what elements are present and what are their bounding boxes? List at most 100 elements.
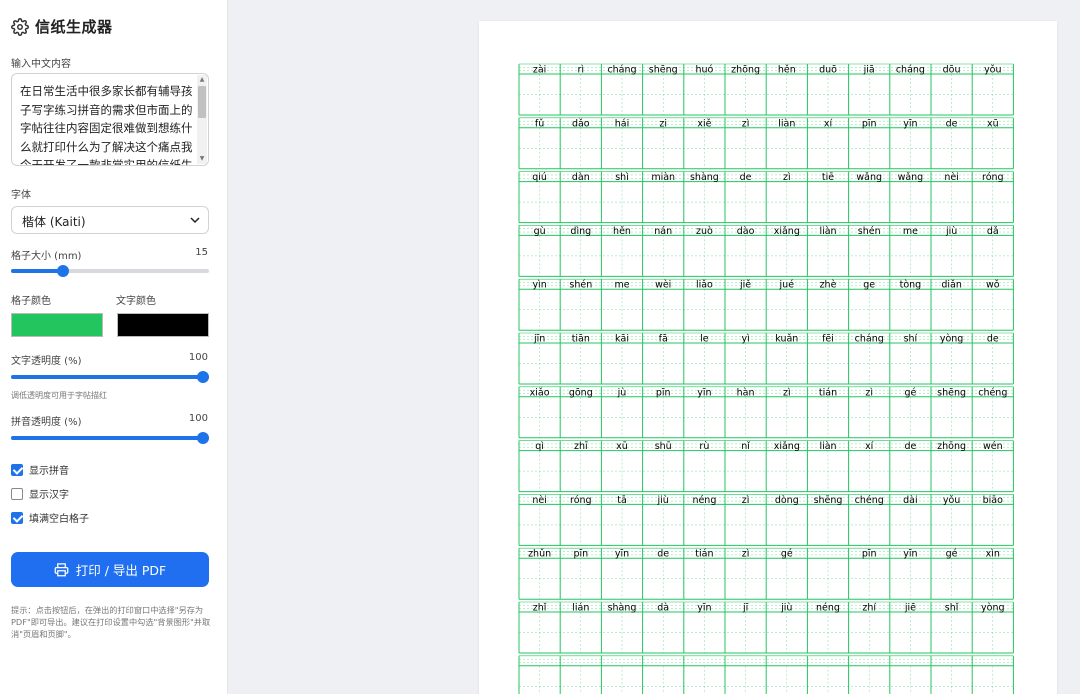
pinyin-syllable: de [740, 172, 752, 183]
pinyin-syllable: pīn [656, 387, 671, 398]
pinyin-syllable: de [904, 441, 916, 452]
pinyin-syllable: pīn [862, 549, 877, 560]
checkbox[interactable] [11, 487, 23, 500]
pinyin-syllable: zì [783, 387, 791, 398]
pinyin-syllable: liàn [778, 118, 795, 129]
pinyin-syllable: hái [615, 118, 629, 129]
content-text[interactable]: 在日常生活中很多家长都有辅导孩子写字练习拼音的需求但市面上的字帖往往内容固定很难… [20, 82, 198, 165]
pinyin-syllable: yīn [615, 549, 629, 560]
option-fill-grid[interactable]: 填满空白格子 [11, 510, 89, 525]
pinyin-syllable: gōng [569, 387, 593, 398]
pinyin-syllable: dà [657, 603, 669, 614]
pinyin-syllable: wǒ [986, 280, 1000, 291]
pinyin-syllable: jī [742, 603, 749, 614]
chevron-down-icon [190, 217, 200, 224]
pinyin-syllable: hěn [613, 226, 631, 237]
option-show-hanzi[interactable]: 显示汉字 [11, 486, 69, 501]
slider-thumb[interactable] [197, 432, 209, 444]
pinyin-syllable: shēng [814, 495, 843, 506]
text-opacity-hint: 调低透明度可用于字帖描红 [11, 391, 107, 400]
pinyin-syllable: yǒu [943, 495, 960, 506]
scroll-down-icon[interactable]: ▼ [198, 155, 206, 163]
scroll-up-icon[interactable]: ▲ [198, 76, 206, 84]
option-label: 显示汉字 [29, 490, 69, 501]
pinyin-syllable: huó [695, 65, 713, 76]
pinyin-syllable: gé [781, 549, 793, 560]
pinyin-syllable: wǎng [856, 172, 882, 183]
pinyin-syllable: dòng [775, 495, 799, 506]
pinyin-syllable: néng [692, 495, 716, 506]
pinyin-syllable: yīn [697, 387, 711, 398]
pinyin-syllable: de [657, 549, 669, 560]
app-title: 信纸生成器 [35, 18, 113, 36]
pinyin-syllable: xìn [986, 549, 1000, 560]
pinyin-syllable: zhí [862, 603, 876, 614]
option-show-pinyin[interactable]: 显示拼音 [11, 462, 69, 477]
pinyin-syllable: xiě [697, 118, 711, 129]
pinyin-syllable: shǐ [945, 603, 959, 614]
slider-thumb[interactable] [197, 371, 209, 383]
pinyin-syllable: kāi [615, 334, 629, 345]
pinyin-syllable: qì [535, 441, 544, 452]
pinyin-syllable: chéng [978, 387, 1007, 398]
pinyin-syllable: shén [858, 226, 881, 237]
pinyin-syllable: néng [816, 603, 840, 614]
pinyin-syllable: biāo [983, 495, 1003, 506]
pinyin-syllable: wén [983, 441, 1003, 452]
pinyin-syllable: zhōng [937, 441, 966, 452]
pinyin-syllable: zì [742, 118, 750, 129]
grid-size-slider[interactable] [11, 265, 209, 277]
pinyin-syllable: shén [569, 280, 592, 291]
pinyin-syllable: me [614, 280, 629, 291]
pinyin-syllable: de [946, 118, 958, 129]
pinyin-opacity-value: 100 [188, 413, 208, 424]
pinyin-syllable: fā [659, 334, 668, 345]
pinyin-syllable: hěn [778, 65, 796, 76]
pinyin-syllable: tiē [822, 172, 834, 183]
checkbox[interactable] [11, 511, 23, 524]
pinyin-syllable: zhè [820, 280, 837, 291]
font-select[interactable]: 楷体 (Kaiti) [11, 206, 209, 234]
pinyin-syllable: zhǔn [528, 549, 551, 560]
print-export-button[interactable]: 打印 / 导出 PDF [11, 552, 209, 587]
pinyin-syllable: xiǎng [774, 226, 800, 237]
gear-icon [11, 17, 29, 36]
pinyin-syllable: róng [570, 495, 592, 506]
pinyin-syllable: jiù [780, 603, 792, 614]
pinyin-syllable: dìng [570, 226, 591, 237]
pinyin-syllable: shì [615, 172, 629, 183]
pinyin-syllable: fǔ [535, 118, 544, 129]
pinyin-syllable: chéng [855, 495, 884, 506]
scrollbar-thumb[interactable] [198, 86, 206, 118]
pinyin-syllable: fēi [822, 334, 834, 345]
pinyin-syllable: yīn [903, 549, 917, 560]
pinyin-syllable: liàn [819, 226, 836, 237]
checkbox[interactable] [11, 463, 23, 476]
content-textarea[interactable]: 在日常生活中很多家长都有辅导孩子写字练习拼音的需求但市面上的字帖往往内容固定很难… [11, 73, 209, 166]
grid-color-picker[interactable] [11, 313, 103, 337]
pinyin-syllable: lián [572, 603, 589, 614]
pinyin-syllable: gé [946, 549, 958, 560]
pinyin-syllable: nèi [944, 172, 959, 183]
text-color-picker[interactable] [117, 313, 209, 337]
pinyin-syllable: dàn [572, 172, 590, 183]
pinyin-syllable: tòng [900, 280, 922, 291]
pinyin-opacity-slider[interactable] [11, 432, 209, 444]
pinyin-syllable: rì [578, 65, 585, 76]
app-title-bar: 信纸生成器 [11, 16, 113, 37]
pinyin-syllable: shēng [649, 65, 678, 76]
pinyin-syllable: tā [617, 495, 627, 506]
pinyin-syllable: dào [737, 226, 755, 237]
pinyin-syllable: le [700, 334, 709, 345]
pinyin-syllable: shēng [937, 387, 966, 398]
pinyin-syllable: zì [865, 387, 873, 398]
pinyin-syllable: xí [865, 441, 874, 452]
printer-icon [54, 563, 69, 577]
pinyin-syllable: zhǐ [533, 603, 547, 614]
slider-thumb[interactable] [57, 265, 70, 277]
pinyin-syllable: nán [654, 226, 672, 237]
pinyin-syllable: jiù [945, 226, 957, 237]
grid-size-value: 15 [195, 247, 208, 258]
text-opacity-slider[interactable] [11, 371, 209, 383]
pinyin-opacity-label: 拼音透明度 (%) [11, 417, 82, 428]
